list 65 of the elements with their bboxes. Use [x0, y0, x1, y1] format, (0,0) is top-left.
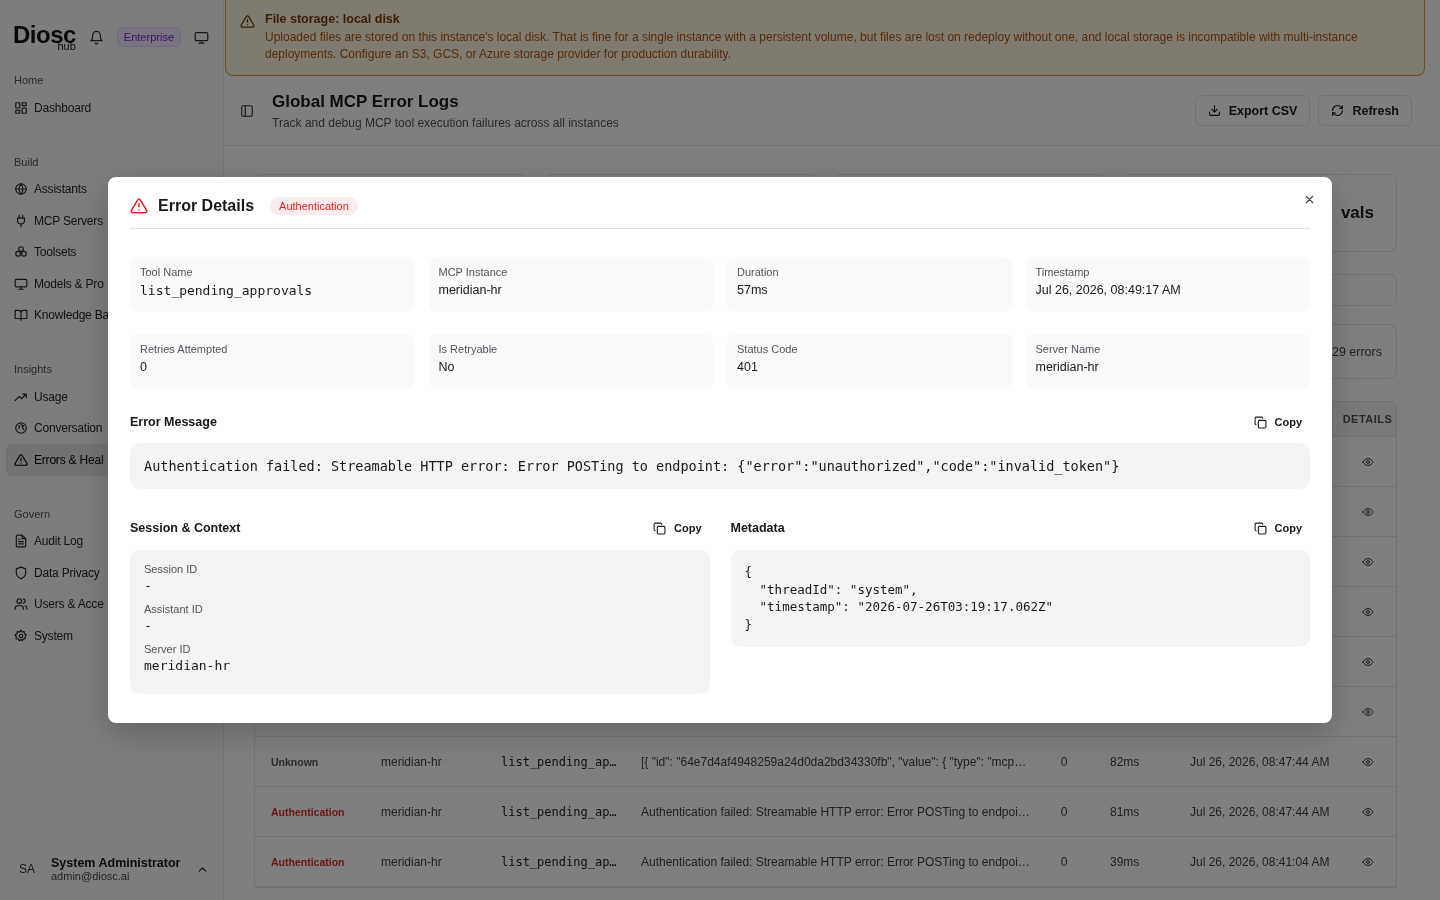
- error-message-text: Authentication failed: Streamable HTTP error: Error POSTing to endpoint: {"error":"unauthorized","code":"invalid_token"}: [130, 443, 1310, 489]
- field-value: -: [144, 618, 153, 633]
- field-label: Duration: [737, 266, 780, 278]
- table-cell: Authentication failed: Streamable HTTP error: Error POSTing to endpoi…: [641, 854, 1030, 869]
- field-value: meridian-hr: [438, 283, 503, 297]
- table-cell: 0: [1060, 804, 1068, 819]
- table-cell: Jul 26, 2026, 08:41:04 AM: [1190, 854, 1330, 869]
- field-value: Jul 26, 2026, 08:49:17 AM: [1035, 283, 1182, 297]
- category-tag: Authentication: [271, 803, 345, 820]
- field-value: -: [144, 578, 153, 593]
- category-tag: Authentication: [271, 853, 345, 870]
- plan-badge: Enterprise: [116, 27, 181, 47]
- table-cell: 82ms: [1110, 754, 1140, 769]
- metadata-json: { "threadId": "system", "timestamp": "2026-07-26T03:19:17.062Z" }: [730, 550, 1310, 647]
- banner-message: Uploaded files are stored on this instance's local disk. That is fine for a single instance with a persistent volume, but files are lost on redeploy without one, and local storage is incompatible with multi-instance deployments. Configure an S3, GCS, or Azure storage provider for production durability.: [265, 29, 1359, 63]
- field-label: Server ID: [144, 643, 192, 655]
- user-email: admin@diosc.ai: [51, 870, 131, 882]
- table-cell: meridian-hr: [381, 854, 442, 869]
- section-heading: Insights: [13, 362, 53, 377]
- field-label: MCP Instance: [438, 266, 509, 278]
- field-label: Assistant ID: [144, 603, 204, 615]
- column-header: DETAILS: [1341, 413, 1394, 425]
- section-heading: Home: [13, 73, 45, 88]
- page-title: Global MCP Error Logs: [272, 91, 460, 112]
- table-cell: 0: [1060, 754, 1068, 769]
- field-label: Is Retryable: [438, 343, 499, 355]
- field-label: Server Name: [1035, 343, 1102, 355]
- banner-title: File storage: local disk: [265, 12, 401, 26]
- field-label: Session ID: [144, 563, 199, 575]
- stat-value: vals: [1340, 203, 1374, 223]
- field-value: list_pending_approvals: [140, 283, 314, 298]
- field-value: 57ms: [737, 283, 769, 297]
- field-value: meridian-hr: [144, 658, 232, 673]
- table-cell: Jul 26, 2026, 08:47:44 AM: [1190, 804, 1330, 819]
- table-cell: meridian-hr: [381, 804, 442, 819]
- error-count: 29 errors: [1331, 344, 1382, 359]
- section-heading: Build: [13, 154, 40, 170]
- field-value: 401: [737, 360, 759, 374]
- table-cell: Jul 26, 2026, 08:47:44 AM: [1190, 754, 1330, 769]
- dialog-title: Error Details: [158, 197, 255, 215]
- field-value: 0: [140, 360, 148, 374]
- field-value: No: [438, 360, 456, 374]
- category-tag: Unknown: [271, 753, 319, 770]
- field-label: Status Code: [737, 343, 799, 355]
- user-initials: SA: [19, 862, 36, 876]
- table-cell: list_pending_ap…: [501, 754, 617, 769]
- field-value: meridian-hr: [1035, 360, 1100, 374]
- section-heading: Error Message: [130, 415, 217, 429]
- section-heading: Session & Context: [130, 521, 241, 535]
- user-name: System Administrator: [51, 856, 182, 870]
- table-cell: 0: [1060, 854, 1068, 869]
- table-cell: [{ "id": "64e7d4af4948259a24d0da2bd34330fb", "value": { "type": "mcp…: [641, 754, 1027, 769]
- table-cell: 39ms: [1110, 854, 1140, 869]
- table-cell: 81ms: [1110, 804, 1140, 819]
- section-heading: Metadata: [730, 521, 785, 535]
- field-label: Retries Attempted: [140, 343, 229, 355]
- field-label: Timestamp: [1035, 266, 1091, 278]
- table-cell: list_pending_ap…: [501, 804, 617, 819]
- table-cell: list_pending_ap…: [501, 854, 617, 869]
- section-heading: Govern: [13, 506, 52, 522]
- category-tag: Authentication: [270, 197, 358, 215]
- field-label: Tool Name: [140, 266, 194, 278]
- table-cell: Authentication failed: Streamable HTTP error: Error POSTing to endpoi…: [641, 804, 1030, 819]
- table-cell: meridian-hr: [381, 754, 442, 769]
- page-subtitle: Track and debug MCP tool execution failures across all instances: [272, 115, 620, 130]
